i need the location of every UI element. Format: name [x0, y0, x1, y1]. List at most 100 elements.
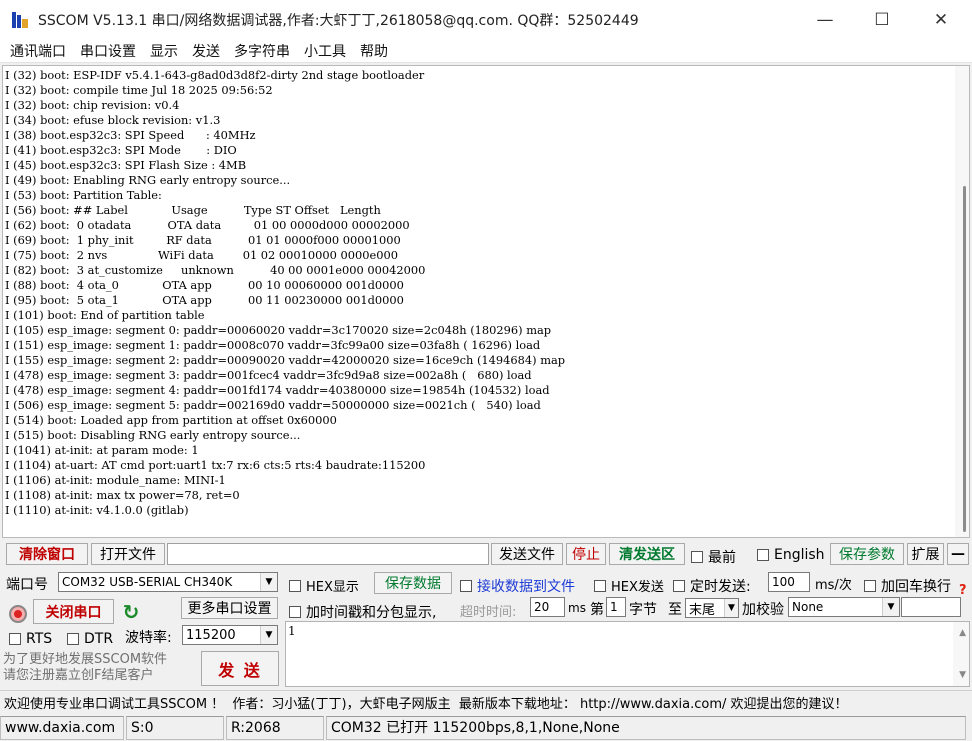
- register-promo[interactable]: 为了更好地发展SSCOM软件 请您注册嘉立创F结尾客户: [3, 652, 167, 684]
- send-scrollbar[interactable]: ▲ ▼: [953, 622, 969, 686]
- log-scrollbar[interactable]: [955, 66, 969, 537]
- menu-multi-string[interactable]: 多字符串: [234, 41, 290, 61]
- log-scrollbar-thumb[interactable]: [963, 186, 966, 532]
- expand-button[interactable]: 扩展: [907, 543, 944, 565]
- port-select[interactable]: COM32 USB-SERIAL CH340K ▼: [58, 572, 278, 592]
- clear-window-button[interactable]: 清除窗口: [6, 543, 88, 565]
- status-site[interactable]: www.daxia.com: [0, 716, 124, 740]
- menu-help[interactable]: 帮助: [360, 41, 388, 61]
- log-line: I (1104) at-uart: AT cmd port:uart1 tx:7…: [5, 458, 426, 472]
- minimize-icon[interactable]: —: [796, 0, 854, 39]
- recv-to-file-checkbox-box[interactable]: [460, 580, 472, 592]
- close-icon[interactable]: ✕: [912, 0, 970, 39]
- topmost-checkbox-box[interactable]: [691, 551, 703, 563]
- hex-display-checkbox[interactable]: HEX显示: [289, 576, 359, 595]
- stop-button[interactable]: 停止: [566, 543, 606, 565]
- timestamp-checkbox-box[interactable]: [289, 606, 301, 618]
- log-line: I (41) boot.esp32c3: SPI Mode : DIO: [5, 143, 237, 157]
- english-checkbox[interactable]: English: [757, 547, 825, 563]
- log-lines: I (32) boot: ESP-IDF v5.4.1-643-g8ad0d3d…: [5, 68, 955, 518]
- menu-comm-port[interactable]: 通讯端口: [10, 41, 66, 61]
- refresh-icon[interactable]: ↻: [120, 601, 142, 623]
- checksum-select[interactable]: None ▼: [788, 597, 900, 617]
- close-port-button[interactable]: 关闭串口: [33, 599, 114, 624]
- window-title: SSCOM V5.13.1 串口/网络数据调试器,作者:大虾丁丁,2618058…: [38, 12, 639, 29]
- baud-select[interactable]: 115200 ▼: [182, 625, 278, 645]
- menu-display[interactable]: 显示: [150, 41, 178, 61]
- clear-send-area-button[interactable]: 清发送区: [609, 543, 685, 565]
- add-crlf-label: 加回车换行: [881, 579, 951, 595]
- log-line: I (478) esp_image: segment 3: paddr=001f…: [5, 368, 532, 382]
- send-button[interactable]: 发 送: [201, 651, 279, 686]
- add-crlf-checkbox-box[interactable]: [864, 580, 876, 592]
- hex-send-checkbox-box[interactable]: [594, 579, 606, 592]
- log-line: I (32) boot: chip revision: v0.4: [5, 98, 180, 112]
- promo-line-2: 请您注册嘉立创F结尾客户: [3, 668, 154, 683]
- recv-to-file-label: 接收数据到文件: [477, 579, 575, 595]
- rts-label: RTS: [26, 631, 53, 647]
- chevron-down-icon[interactable]: ▼: [260, 626, 277, 644]
- timed-send-checkbox-box[interactable]: [673, 580, 685, 592]
- log-line: I (478) esp_image: segment 4: paddr=001f…: [5, 383, 550, 397]
- file-path-input[interactable]: [167, 543, 489, 565]
- log-line: I (32) boot: ESP-IDF v5.4.1-643-g8ad0d3d…: [5, 68, 425, 82]
- rts-checkbox-box[interactable]: [9, 633, 21, 645]
- rts-checkbox[interactable]: RTS: [9, 631, 52, 647]
- byte-end-value: 末尾: [689, 602, 716, 618]
- log-line: I (34) boot: efuse block revision: v1.3: [5, 113, 221, 127]
- log-line: I (75) boot: 2 nvs WiFi data 01 02 00010…: [5, 248, 398, 262]
- dtr-checkbox-box[interactable]: [67, 633, 79, 645]
- hex-send-label: HEX发送: [611, 580, 664, 595]
- log-line: I (515) boot: Disabling RNG early entrop…: [5, 428, 301, 442]
- send-file-button[interactable]: 发送文件: [491, 543, 563, 565]
- title-bar: SSCOM V5.13.1 串口/网络数据调试器,作者:大虾丁丁,2618058…: [0, 0, 972, 39]
- to-label: 至: [668, 602, 682, 618]
- timestamp-checkbox[interactable]: 加时间戳和分包显示,: [289, 602, 436, 622]
- timed-send-checkbox[interactable]: 定时发送:: [673, 576, 751, 596]
- english-label: English: [774, 547, 825, 563]
- help-icon[interactable]: ?: [959, 583, 967, 598]
- open-file-button[interactable]: 打开文件: [91, 543, 165, 565]
- byte-end-select[interactable]: 末尾 ▼: [685, 598, 739, 618]
- log-line: I (506) esp_image: segment 5: paddr=0021…: [5, 398, 541, 412]
- hex-display-checkbox-box[interactable]: [289, 579, 301, 592]
- log-line: I (49) boot: Enabling RNG early entropy …: [5, 173, 291, 187]
- scroll-up-icon[interactable]: ▲: [959, 628, 966, 638]
- port-select-value: COM32 USB-SERIAL CH340K: [62, 575, 233, 589]
- add-crlf-checkbox[interactable]: 加回车换行: [864, 576, 951, 596]
- menu-port-settings[interactable]: 串口设置: [80, 41, 136, 61]
- chevron-down-icon[interactable]: ▼: [882, 598, 899, 616]
- topmost-checkbox[interactable]: 最前: [691, 547, 736, 567]
- recv-to-file-checkbox[interactable]: 接收数据到文件: [460, 576, 575, 596]
- byte-start-input[interactable]: 1: [606, 597, 626, 617]
- timeout-input[interactable]: 20: [530, 597, 565, 617]
- chevron-down-icon[interactable]: ▼: [260, 573, 277, 591]
- dtr-checkbox[interactable]: DTR: [67, 631, 113, 647]
- english-checkbox-box[interactable]: [757, 549, 769, 561]
- dtr-label: DTR: [84, 631, 114, 647]
- menu-tools[interactable]: 小工具: [304, 41, 346, 61]
- collapse-button[interactable]: —: [947, 543, 969, 565]
- byte-label: 字节: [629, 602, 657, 618]
- log-line: I (95) boot: 5 ota_1 OTA app 00 11 00230…: [5, 293, 404, 307]
- log-line: I (1041) at-init: at param mode: 1: [5, 443, 199, 457]
- send-text-area[interactable]: 1 ▲ ▼: [285, 621, 970, 687]
- save-params-button[interactable]: 保存参数: [830, 543, 904, 565]
- checksum-extra-input[interactable]: [901, 597, 961, 617]
- timed-interval-input[interactable]: 100: [768, 572, 810, 592]
- more-port-settings-button[interactable]: 更多串口设置: [181, 597, 278, 619]
- baud-label: 波特率:: [125, 630, 172, 646]
- save-data-button[interactable]: 保存数据: [374, 572, 452, 594]
- log-line: I (62) boot: 0 otadata OTA data 01 00 00…: [5, 218, 410, 232]
- hex-send-checkbox[interactable]: HEX发送: [594, 576, 664, 595]
- log-line: I (56) boot: ## Label Usage Type ST Offs…: [5, 203, 381, 217]
- maximize-icon[interactable]: ☐: [853, 0, 911, 39]
- chevron-down-icon[interactable]: ▼: [724, 599, 738, 617]
- receive-log-area[interactable]: I (32) boot: ESP-IDF v5.4.1-643-g8ad0d3d…: [2, 65, 970, 538]
- log-line: I (82) boot: 3 at_customize unknown 40 0…: [5, 263, 426, 277]
- log-line: I (32) boot: compile time Jul 18 2025 09…: [5, 83, 273, 97]
- scroll-down-icon[interactable]: ▼: [959, 670, 966, 680]
- log-line: I (1110) at-init: v4.1.0.0 (gitlab): [5, 503, 189, 517]
- menu-send[interactable]: 发送: [192, 41, 220, 61]
- status-received-count: R:2068: [226, 716, 324, 740]
